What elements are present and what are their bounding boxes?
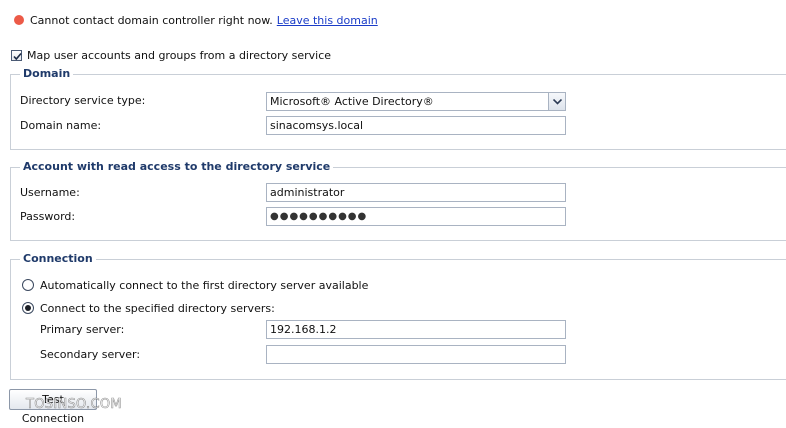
connection-legend: Connection — [20, 252, 96, 266]
specified-servers-label: Connect to the specified directory serve… — [40, 301, 275, 315]
map-accounts-checkbox[interactable] — [11, 49, 22, 61]
username-input[interactable]: administrator — [266, 183, 566, 202]
chevron-down-icon[interactable] — [548, 93, 565, 110]
status-message: Cannot contact domain controller right n… — [30, 13, 273, 27]
primary-server-label: Primary server: — [40, 323, 125, 336]
password-label: Password: — [20, 210, 76, 223]
status-dot-icon — [14, 15, 24, 25]
auto-connect-label: Automatically connect to the first direc… — [40, 278, 369, 292]
password-input[interactable]: ●●●●●●●●●● — [266, 207, 566, 226]
domain-name-input[interactable]: sinacomsys.local — [266, 116, 566, 135]
username-label: Username: — [20, 186, 80, 199]
primary-server-input[interactable]: 192.168.1.2 — [266, 320, 566, 339]
leave-domain-link[interactable]: Leave this domain — [277, 14, 378, 27]
domain-legend: Domain — [20, 67, 74, 81]
auto-connect-radio[interactable] — [22, 279, 34, 291]
map-accounts-row[interactable]: Map user accounts and groups from a dire… — [11, 47, 331, 63]
domain-group: Domain Directory service type: Microsoft… — [10, 67, 786, 150]
radio-selected-dot — [25, 305, 31, 311]
directory-type-value: Microsoft® Active Directory® — [270, 95, 434, 108]
map-accounts-label: Map user accounts and groups from a dire… — [27, 48, 332, 62]
secondary-server-input[interactable] — [266, 345, 566, 364]
watermark: TOSINSO.COM — [26, 397, 122, 413]
status-line: Cannot contact domain controller right n… — [14, 12, 378, 28]
checkmark-icon — [13, 52, 22, 60]
specified-servers-option[interactable]: Connect to the specified directory serve… — [22, 300, 275, 316]
directory-type-label: Directory service type: — [20, 94, 146, 107]
domain-name-label: Domain name: — [20, 119, 102, 132]
connection-group: Connection Automatically connect to the … — [10, 252, 786, 380]
account-legend: Account with read access to the director… — [20, 160, 334, 174]
secondary-server-label: Secondary server: — [40, 348, 141, 361]
directory-type-select[interactable]: Microsoft® Active Directory® — [266, 92, 566, 111]
account-group: Account with read access to the director… — [10, 160, 786, 241]
auto-connect-option[interactable]: Automatically connect to the first direc… — [22, 277, 368, 293]
specified-servers-radio[interactable] — [22, 302, 34, 314]
